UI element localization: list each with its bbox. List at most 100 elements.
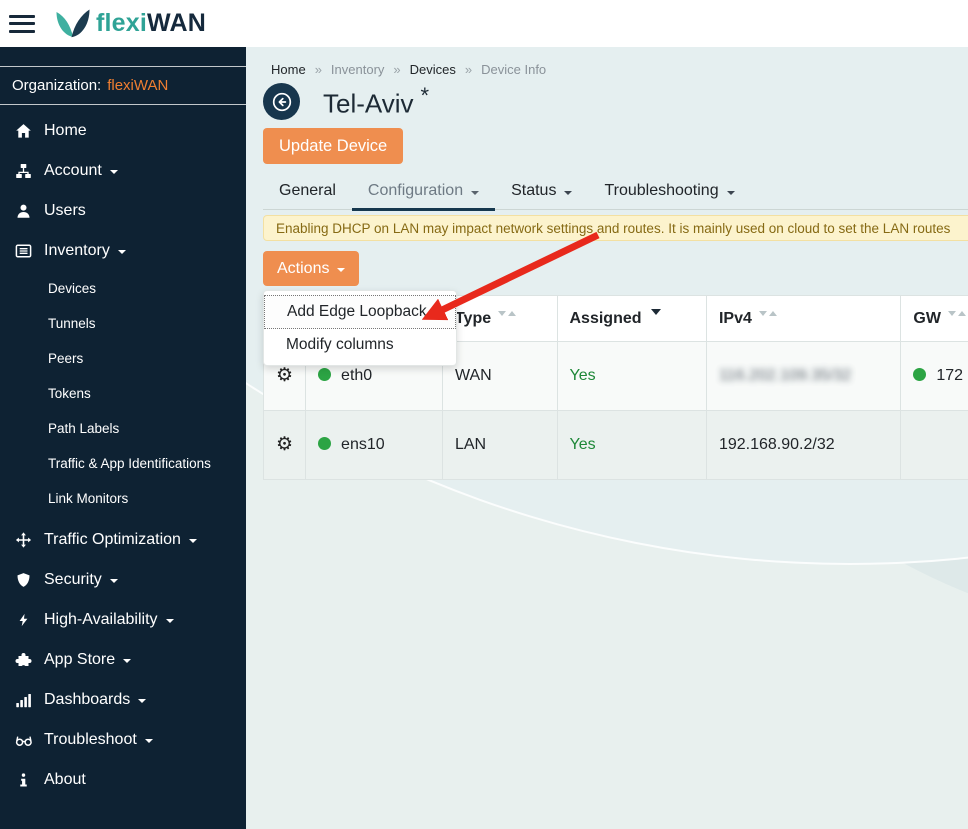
chevron-down-icon (123, 659, 132, 663)
sidebar-item-tunnels[interactable]: Tunnels (0, 306, 246, 341)
shield-icon (13, 572, 34, 588)
top-bar: flexiWAN (0, 0, 968, 47)
arrow-left-circle-icon (272, 92, 291, 111)
breadcrumb: Home » Inventory » Devices » Device Info (271, 62, 546, 77)
assigned-value: Yes (569, 367, 596, 384)
organization-name: flexiWAN (107, 77, 169, 94)
dhcp-warning-banner: Enabling DHCP on LAN may impact network … (263, 215, 968, 241)
chevron-down-icon (144, 739, 153, 743)
chevron-down-icon (337, 267, 346, 272)
organization-label: Organization: (12, 77, 102, 94)
page-title: Tel-Aviv * (323, 83, 430, 119)
chevron-down-icon (726, 190, 735, 195)
header-ipv4[interactable]: IPv4 (705, 295, 902, 342)
actions-dropdown-menu: Add Edge Loopback Modify columns (263, 290, 457, 366)
chevron-down-icon (109, 170, 118, 174)
breadcrumb-devices[interactable]: Devices (410, 62, 456, 77)
hamburger-menu-icon[interactable] (9, 14, 35, 33)
menu-item-add-edge-loopback[interactable]: Add Edge Loopback (264, 295, 456, 329)
list-icon (13, 243, 34, 259)
actions-button[interactable]: Actions (263, 251, 360, 286)
tab-configuration[interactable]: Configuration (351, 173, 496, 211)
breadcrumb-home[interactable]: Home (271, 62, 306, 77)
brand-text: flexiWAN (96, 9, 206, 37)
sidebar-item-home[interactable]: Home (0, 111, 246, 151)
update-device-button[interactable]: Update Device (263, 128, 404, 164)
table-row-ens10: ⚙ ens10 LAN Yes 192.168.90.2/32 (262, 410, 968, 480)
gear-icon[interactable]: ⚙ (276, 434, 293, 455)
sidebar-item-dashboards[interactable]: Dashboards (0, 680, 246, 720)
sidebar-item-devices[interactable]: Devices (0, 271, 246, 306)
ipv4-value-redacted: 116.202.109.35/32 (718, 367, 852, 384)
puzzle-icon (13, 652, 34, 668)
sidebar-item-high-availability[interactable]: High-Availability (0, 600, 246, 640)
home-icon (13, 123, 34, 139)
breadcrumb-separator: » (393, 62, 401, 77)
sidebar-item-troubleshoot[interactable]: Troubleshoot (0, 720, 246, 760)
interface-name: eth0 (341, 367, 373, 384)
chevron-down-icon (564, 190, 573, 195)
tab-bar: General Configuration Status Troubleshoo… (263, 173, 968, 211)
header-assigned[interactable]: Assigned (556, 295, 707, 342)
back-button[interactable] (263, 83, 300, 120)
signal-bars-icon (13, 692, 34, 708)
interface-name: ens10 (341, 436, 385, 453)
ipv4-value: 192.168.90.2/32 (718, 436, 835, 453)
header-gw[interactable]: GW (900, 295, 968, 342)
sidebar-item-path-labels[interactable]: Path Labels (0, 411, 246, 446)
organization-row: Organization: flexiWAN (0, 66, 246, 105)
sidebar-nav: Home Account Users Inventory Devices Tun… (0, 105, 246, 800)
sidebar-item-account[interactable]: Account (0, 151, 246, 191)
flexiwan-swoosh-icon (56, 9, 90, 38)
title-row: Tel-Aviv * (263, 83, 429, 120)
sidebar-item-peers[interactable]: Peers (0, 341, 246, 376)
sidebar-item-tokens[interactable]: Tokens (0, 376, 246, 411)
flexiwan-logo[interactable]: flexiWAN (55, 8, 206, 39)
sidebar-item-security[interactable]: Security (0, 560, 246, 600)
sort-icons[interactable] (947, 303, 966, 321)
sitemap-icon (13, 163, 34, 179)
flexiwan-device-page: { "brand": { "flexi": "flexi", "wan": "W… (0, 0, 968, 829)
sort-icons[interactable] (758, 303, 777, 321)
status-dot-green (318, 368, 332, 381)
status-dot-green (913, 368, 927, 381)
sidebar-item-link-monitors[interactable]: Link Monitors (0, 481, 246, 516)
gear-icon[interactable]: ⚙ (276, 365, 293, 386)
menu-item-modify-columns[interactable]: Modify columns (264, 329, 456, 361)
header-type[interactable]: Type (441, 295, 558, 342)
sort-icons[interactable] (498, 303, 517, 321)
user-icon (13, 203, 34, 219)
tab-troubleshooting[interactable]: Troubleshooting (588, 173, 750, 211)
chevron-down-icon (138, 699, 147, 703)
gw-value: 172 (936, 367, 964, 384)
chevron-down-icon (109, 579, 118, 583)
arrows-move-icon (13, 532, 34, 548)
sidebar-item-traffic-app-identifications[interactable]: Traffic & App Identifications (0, 446, 246, 481)
sidebar-item-about[interactable]: About (0, 760, 246, 800)
breadcrumb-inventory[interactable]: Inventory (331, 62, 384, 77)
breadcrumb-separator: » (314, 62, 322, 77)
bolt-icon (13, 612, 34, 628)
sidebar-item-traffic-optimization[interactable]: Traffic Optimization (0, 520, 246, 560)
chevron-down-icon (471, 190, 480, 195)
interface-type: WAN (454, 367, 492, 384)
sidebar-item-users[interactable]: Users (0, 191, 246, 231)
sidebar: Organization: flexiWAN Home Account User… (0, 47, 246, 829)
info-icon (13, 772, 34, 788)
unsaved-indicator: * (420, 83, 430, 109)
breadcrumb-separator: » (464, 62, 473, 77)
assigned-value: Yes (569, 436, 596, 453)
sidebar-item-inventory[interactable]: Inventory (0, 231, 246, 271)
interface-type: LAN (454, 436, 487, 453)
status-dot-green (318, 437, 332, 450)
filter-caret-icon[interactable] (650, 308, 661, 315)
breadcrumb-device-info: Device Info (481, 62, 547, 77)
tab-status[interactable]: Status (495, 173, 588, 211)
tab-general[interactable]: General (263, 173, 352, 211)
chevron-down-icon (188, 539, 197, 543)
glasses-icon (13, 732, 34, 748)
chevron-down-icon (117, 250, 126, 254)
sidebar-item-app-store[interactable]: App Store (0, 640, 246, 680)
main-content: Home » Inventory » Devices » Device Info… (246, 47, 968, 829)
chevron-down-icon (165, 619, 174, 623)
